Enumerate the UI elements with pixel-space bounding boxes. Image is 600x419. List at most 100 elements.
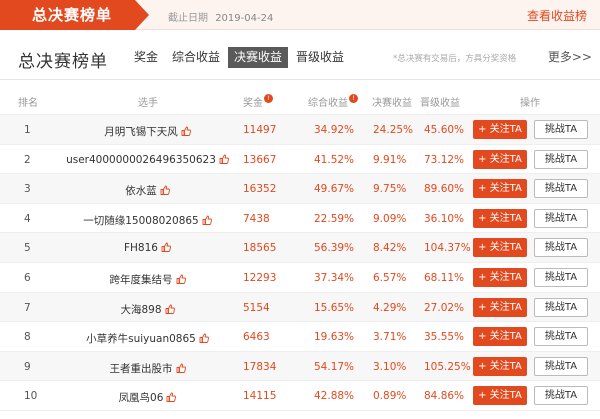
table-row: 9 王者重出股市 17834 54.17% 3.10% 105.25% + 关注TA 挑战TA [0,351,600,382]
thumbs-up-icon[interactable] [160,185,170,196]
player-name-link[interactable]: 跨年度集结号 [110,274,173,286]
challenge-button[interactable]: 挑战TA [534,149,588,169]
prize-cell: 13667 [243,153,277,166]
follow-button[interactable]: + 关注TA [473,149,527,169]
table-row: 5 FH816 18565 56.39% 8.42% 104.37% + 关注TA 挑战TA [0,233,600,263]
final-profit-cell: 9.91% [373,153,407,166]
challenge-button[interactable]: 挑战TA [534,120,588,139]
player-name-link[interactable]: 月明飞锡下天风 [104,126,178,138]
player-cell: 凤凰鸟06 [60,390,235,405]
more-link[interactable]: 更多>> [548,48,592,65]
follow-button[interactable]: + 关注TA [473,208,527,228]
thumbs-up-icon[interactable] [199,333,209,344]
follow-button[interactable]: + 关注TA [473,356,527,376]
total-profit-cell: 15.65% [314,301,355,314]
thumbs-up-icon[interactable] [202,215,212,225]
player-name-link[interactable]: 大海898 [120,304,161,316]
header-rank: 排名 [18,98,38,109]
header-final-profit: 决赛收益 [372,98,412,109]
follow-button[interactable]: + 关注TA [473,297,527,317]
tab-promotion-profit[interactable]: 晋级收益 [290,47,350,68]
challenge-button[interactable]: 挑战TA [534,327,588,347]
table-row: 7 大海898 5154 15.65% 4.29% 27.02% + 关注TA 挑战TA [0,292,600,323]
follow-button[interactable]: + 关注TA [473,238,527,258]
view-profit-rank-link[interactable]: 查看收益榜 [527,7,587,24]
challenge-button[interactable]: 挑战TA [534,179,588,199]
tab-total-profit[interactable]: 综合收益 [166,47,226,68]
thumbs-up-icon[interactable] [165,304,175,314]
challenge-button[interactable]: 挑战TA [534,356,588,376]
player-cell: 跨年度集结号 [60,272,235,287]
table-row: 8 小草养牛suiyuan0865 6463 19.63% 3.71% 35.55% + 关… [0,322,600,352]
promotion-profit-cell: 84.86% [424,390,465,403]
total-profit-cell: 56.39% [314,242,355,255]
challenge-button[interactable]: 挑战TA [534,208,588,228]
player-cell: 王者重出股市 [60,361,235,376]
player-name-link[interactable]: 小草养牛suiyuan0865 [86,333,196,345]
final-profit-cell: 6.57% [373,271,407,284]
player-name-link[interactable]: 凤凰鸟06 [119,392,164,404]
deadline-label: 截止日期 [168,13,208,24]
challenge-button[interactable]: 挑战TA [534,267,588,287]
table-row: 4 一切随缘15008020865 7438 22.59% 9.09% 36.10% + 关… [0,204,600,234]
rank-cell: 4 [24,212,31,225]
player-name-link[interactable]: FH816 [124,242,158,254]
thumbs-up-icon[interactable] [176,274,186,284]
rank-cell: 2 [24,153,31,166]
deadline: 截止日期 2019-04-24 [168,9,273,24]
info-icon[interactable]: ! [264,94,273,103]
final-profit-cell: 8.42% [373,242,407,255]
table-row: 2 user4000000026496350623 13667 41.52% 9.91%… [0,145,600,175]
total-profit-cell: 37.34% [314,271,355,284]
follow-button[interactable]: + 关注TA [473,386,527,406]
header-player: 选手 [138,98,158,109]
thumbs-up-icon[interactable] [181,126,191,136]
total-profit-cell: 41.52% [314,153,355,166]
banner-title: 总决赛榜单 [0,0,149,30]
rank-cell: 1 [24,124,31,136]
final-profit-cell: 0.89% [373,390,407,403]
follow-button[interactable]: + 关注TA [473,267,527,287]
player-cell: user4000000026496350623 [60,154,235,166]
prize-cell: 11497 [243,124,277,136]
prize-cell: 16352 [243,183,277,196]
total-profit-cell: 19.63% [314,331,355,344]
rank-cell: 5 [24,242,31,255]
final-profit-cell: 4.29% [373,301,407,314]
promotion-profit-cell: 36.10% [424,212,465,225]
promotion-profit-cell: 45.60% [424,124,465,136]
final-profit-cell: 3.71% [373,331,407,344]
deadline-date: 2019-04-24 [215,13,274,24]
thumbs-up-icon[interactable] [176,363,186,373]
challenge-button[interactable]: 挑战TA [534,386,588,406]
header-action: 操作 [520,98,540,109]
table-body: 1 月明飞锡下天风 11497 34.92% 24.25% 45.60% + 关注TA 挑战T… [0,115,600,411]
thumbs-up-icon[interactable] [161,242,171,253]
final-profit-cell: 3.10% [373,360,407,373]
promotion-profit-cell: 89.60% [424,183,465,196]
player-cell: 依水蓝 [60,183,235,198]
challenge-button[interactable]: 挑战TA [534,297,588,317]
total-profit-cell: 22.59% [314,212,355,225]
follow-button[interactable]: + 关注TA [473,327,527,347]
rank-cell: 3 [24,183,31,196]
player-name-link[interactable]: user4000000026496350623 [66,154,216,166]
header-promotion-profit: 晋级收益 [420,98,460,109]
leaderboard-header: 总决赛榜单 奖金 综合收益 决赛收益 晋级收益 *总决赛有交易后，方具分奖资格 … [0,38,600,80]
follow-button[interactable]: + 关注TA [473,120,527,139]
challenge-button[interactable]: 挑战TA [534,238,588,258]
promotion-profit-cell: 35.55% [424,331,465,344]
prize-cell: 7438 [243,212,270,225]
thumbs-up-icon[interactable] [166,392,177,403]
player-name-link[interactable]: 依水蓝 [125,185,157,197]
player-name-link[interactable]: 王者重出股市 [110,363,173,375]
tab-final-profit[interactable]: 决赛收益 [228,47,289,68]
player-name-link[interactable]: 一切随缘15008020865 [83,215,199,227]
thumbs-up-icon[interactable] [219,154,229,164]
follow-button[interactable]: + 关注TA [473,179,527,199]
total-profit-cell: 34.92% [314,124,355,136]
rank-cell: 8 [24,331,31,344]
info-icon[interactable]: ! [349,94,358,103]
tab-prize[interactable]: 奖金 [128,47,164,68]
table-row: 10 凤凰鸟06 14115 42.88% 0.89% 84.86% + 关注TA 挑战TA [0,381,600,411]
